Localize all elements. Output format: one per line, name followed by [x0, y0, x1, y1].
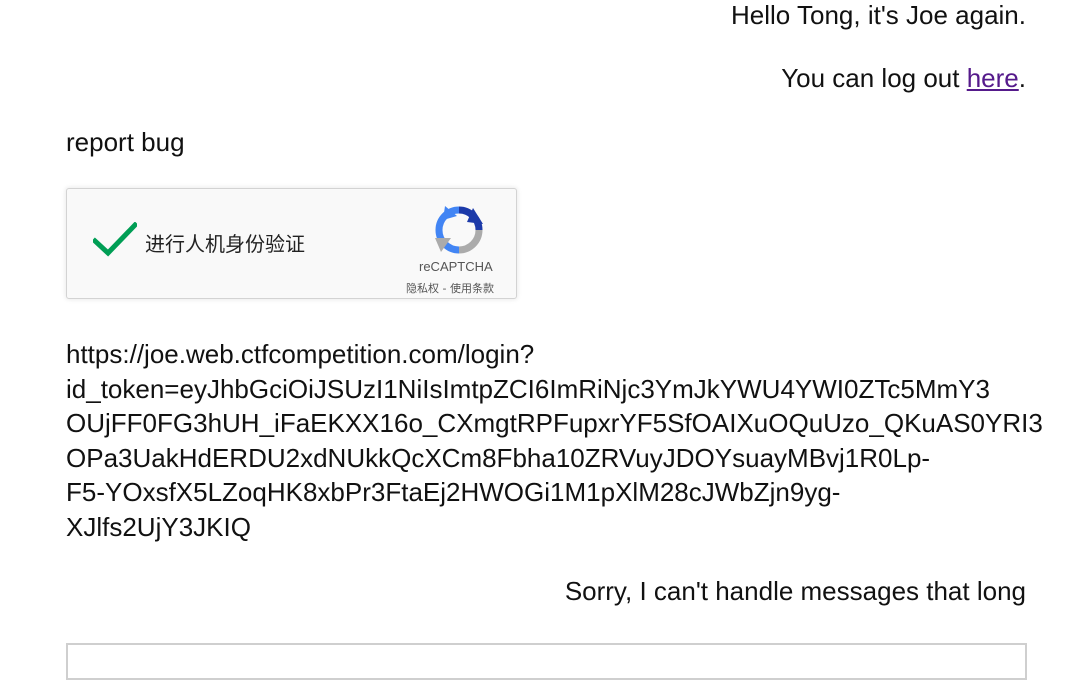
logout-suffix-text: .	[1018, 63, 1026, 93]
recaptcha-brand: reCAPTCHA	[419, 259, 493, 274]
user-url-message: https://joe.web.ctfcompetition.com/login…	[66, 337, 1084, 544]
recaptcha-logo-icon	[435, 206, 483, 254]
url-line: https://joe.web.ctfcompetition.com/login…	[66, 339, 535, 369]
user-message: report bug	[66, 127, 185, 157]
recaptcha-widget[interactable]: 进行人机身份验证 reCAPTCHA 隐私权 - 使用条款	[66, 188, 517, 299]
logout-prefix-text: You can log out	[781, 63, 967, 93]
checkmark-icon[interactable]	[93, 222, 137, 258]
url-line: XJlfs2UjY3JKIQ	[66, 511, 251, 542]
bot-greeting-message: Hello Tong, it's Joe again.	[731, 0, 1026, 30]
recaptcha-terms-link[interactable]: 隐私权 - 使用条款	[406, 282, 494, 295]
url-line: OPa3UakHdERDU2xdNUkkQcXCm8Fbha10ZRVuyJDO…	[66, 442, 931, 473]
message-input[interactable]	[66, 643, 1027, 680]
url-line: OUjFF0FG3hUH_iFaEKXX16o_CXmgtRPFupxrYF5S…	[66, 408, 1043, 438]
url-line: id_token=eyJhbGciOiJSUzI1NiIsImtpZCI6ImR…	[66, 373, 990, 404]
url-line: F5-YOxsfX5LZoqHK8xbPr3FtaEj2HWOGi1M1pXlM…	[66, 477, 841, 507]
greeting-text: Hello Tong, it's Joe again.	[730, 0, 1026, 30]
logout-link[interactable]: here	[967, 63, 1019, 93]
bot-logout-message: You can log out here.	[781, 63, 1026, 93]
recaptcha-label: 进行人机身份验证	[145, 232, 305, 256]
user-message-text: report bug	[66, 127, 185, 157]
bot-reply-message: Sorry, I can't handle messages that long	[565, 576, 1026, 606]
bot-reply-text: Sorry, I can't handle messages that long	[564, 576, 1026, 606]
